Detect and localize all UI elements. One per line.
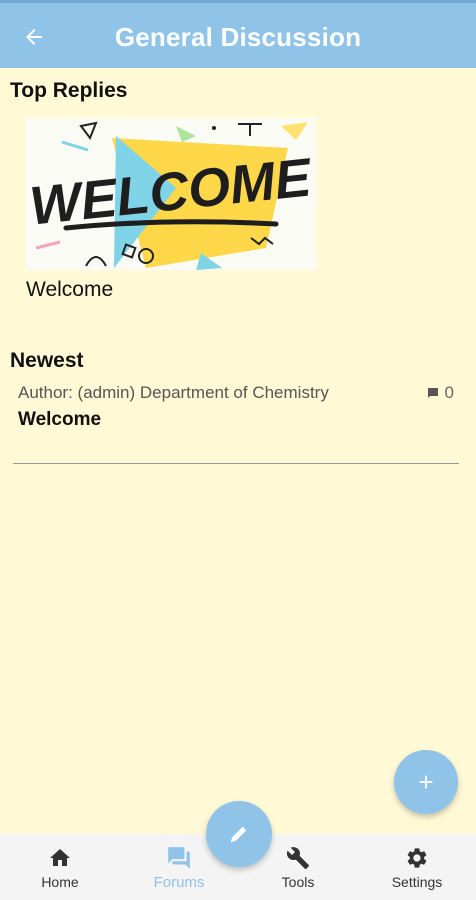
top-reply-caption: Welcome bbox=[26, 278, 114, 301]
top-replies-heading: Top Replies bbox=[10, 79, 128, 102]
back-button[interactable] bbox=[18, 21, 50, 53]
newest-heading: Newest bbox=[10, 349, 84, 372]
nav-label-settings: Settings bbox=[391, 874, 443, 890]
list-divider bbox=[13, 463, 459, 464]
wrench-icon bbox=[286, 847, 309, 869]
arrow-back-icon bbox=[26, 29, 42, 45]
home-icon bbox=[50, 849, 70, 866]
comment-count-value: 0 bbox=[444, 383, 454, 402]
add-button[interactable] bbox=[394, 750, 458, 814]
post-author: Author: (admin) Department of Chemistry bbox=[18, 383, 329, 402]
forum-icon bbox=[168, 847, 190, 869]
top-reply-card[interactable]: WELCOME Welcome bbox=[26, 118, 318, 302]
nav-item-settings[interactable]: Settings bbox=[367, 834, 467, 900]
gear-icon bbox=[407, 848, 427, 868]
post-list-item[interactable]: Author: (admin) Department of Chemistry … bbox=[18, 383, 458, 431]
app-bar: General Discussion bbox=[0, 0, 476, 68]
comment-count: 0 bbox=[427, 383, 454, 403]
welcome-banner-image: WELCOME bbox=[26, 118, 316, 270]
nav-label-tools: Tools bbox=[281, 874, 315, 890]
post-title: Welcome bbox=[18, 409, 102, 430]
nav-item-home[interactable]: Home bbox=[10, 834, 110, 900]
pencil-icon bbox=[230, 826, 247, 843]
nav-label-forums: Forums bbox=[153, 874, 205, 891]
plus-icon bbox=[419, 775, 433, 789]
app-screen: General Discussion Top Replies WELCOME W… bbox=[0, 0, 476, 900]
nav-label-home: Home bbox=[41, 874, 79, 890]
comment-icon bbox=[427, 388, 438, 398]
page-title: General Discussion bbox=[114, 21, 362, 52]
compose-button[interactable] bbox=[206, 801, 272, 867]
